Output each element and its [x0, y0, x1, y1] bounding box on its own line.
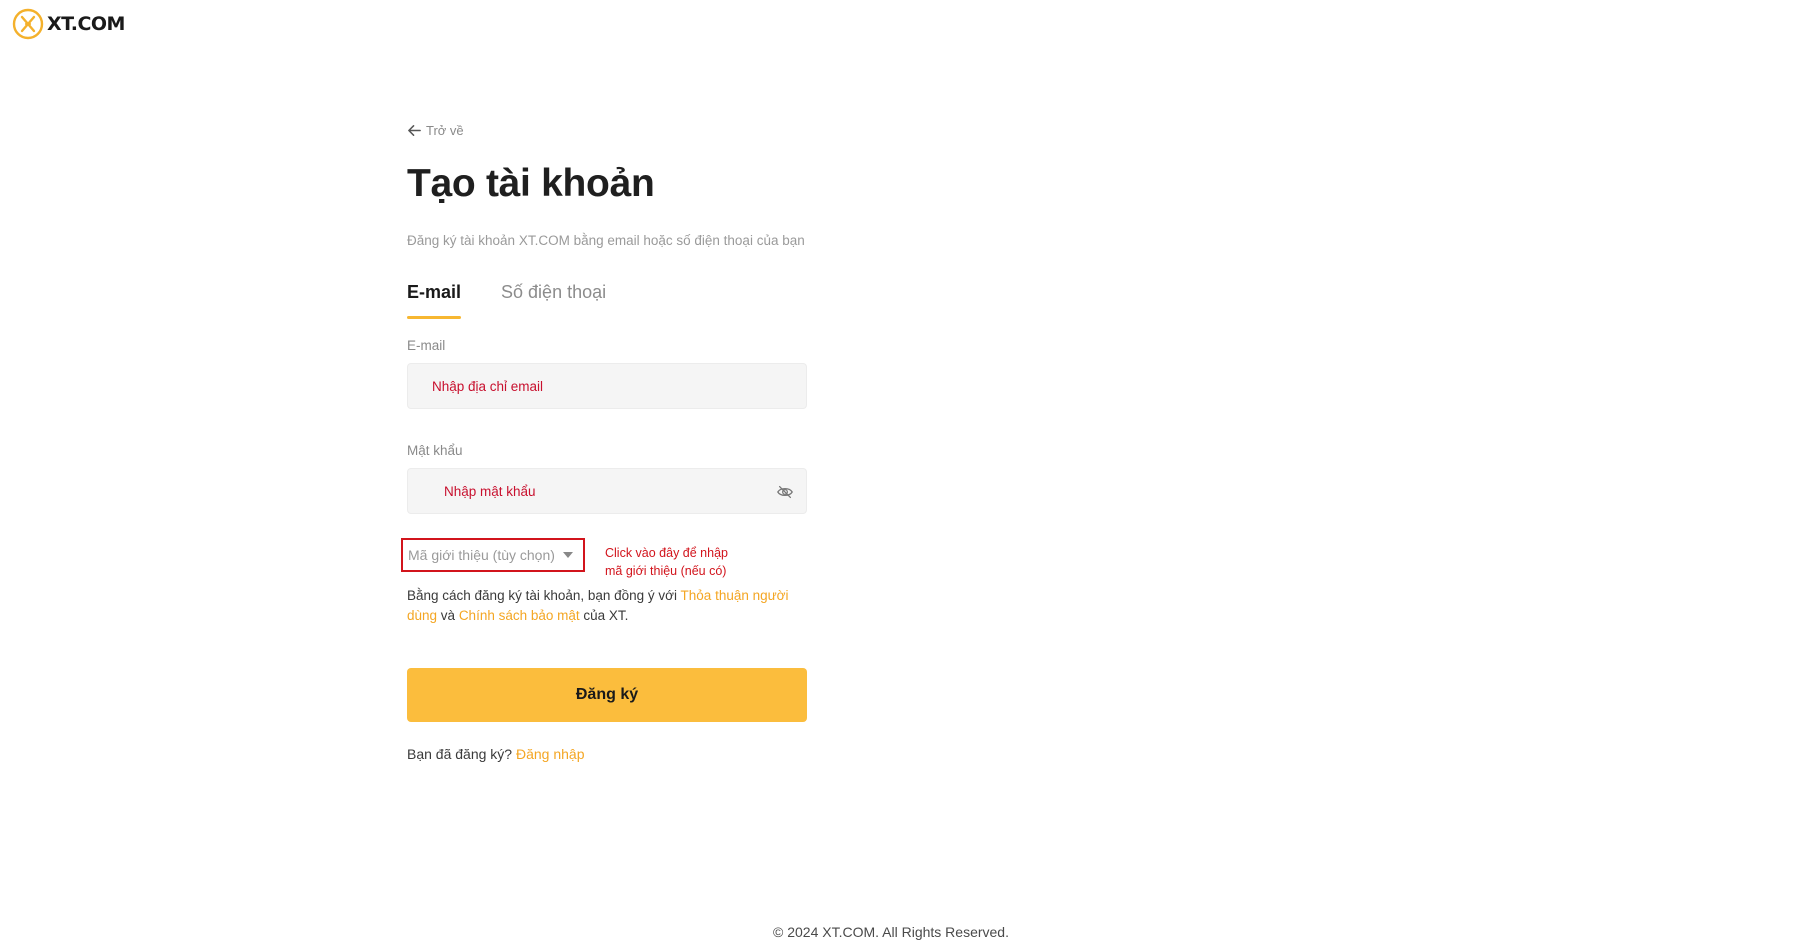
copyright-footer: © 2024 XT.COM. All Rights Reserved. [773, 924, 1009, 940]
password-field-wrapper [407, 468, 807, 514]
eye-hidden-icon[interactable] [776, 483, 794, 501]
password-input[interactable] [408, 469, 806, 513]
password-label: Mật khẩu [407, 443, 463, 458]
email-field-wrapper [407, 363, 807, 409]
signup-method-tabs: E-mail Số điện thoại [407, 280, 817, 319]
login-prompt: Bạn đã đăng ký? Đăng nhập [407, 746, 817, 762]
xt-logo-icon [12, 8, 44, 40]
caret-down-icon [562, 552, 573, 558]
annotation-line-1: Click vào đây để nhập [605, 546, 728, 560]
agreement-prefix: Bằng cách đăng ký tài khoản, bạn đồng ý … [407, 588, 681, 603]
back-label: Trở về [426, 122, 464, 138]
login-prompt-text: Bạn đã đăng ký? [407, 746, 516, 762]
referral-code-toggle[interactable]: Mã giới thiệu (tùy chọn) [401, 538, 585, 572]
tab-email[interactable]: E-mail [407, 280, 462, 319]
referral-annotation: Click vào đây để nhập mã giới thiệu (nếu… [605, 544, 765, 580]
annotation-line-2: mã giới thiệu (nếu có) [605, 564, 727, 578]
page-title: Tạo tài khoản [407, 162, 655, 205]
signup-page: XT.COM Trở về Tạo tài khoản Đăng ký tài … [0, 0, 1802, 944]
register-button[interactable]: Đăng ký [407, 668, 807, 722]
xt-logo-text: XT.COM [47, 13, 125, 35]
email-label: E-mail [407, 338, 446, 353]
login-link[interactable]: Đăng nhập [516, 746, 585, 762]
email-input[interactable] [408, 364, 806, 408]
referral-label: Mã giới thiệu (tùy chọn) [408, 547, 555, 563]
agreement-middle: và [437, 608, 459, 623]
privacy-link[interactable]: Chính sách bảo mật [459, 608, 580, 623]
back-link[interactable]: Trở về [407, 120, 817, 140]
agreement-suffix: của XT. [579, 608, 629, 623]
tab-phone[interactable]: Số điện thoại [501, 280, 606, 314]
arrow-left-icon [408, 124, 421, 136]
signup-form-container: Trở về Tạo tài khoản Đăng ký tài khoản X… [401, 120, 817, 762]
xt-logo[interactable]: XT.COM [12, 8, 125, 40]
page-subtitle: Đăng ký tài khoản XT.COM bằng email hoặc… [407, 233, 805, 248]
referral-row: Mã giới thiệu (tùy chọn) Click vào đây đ… [401, 538, 817, 582]
agreement-text: Bằng cách đăng ký tài khoản, bạn đồng ý … [407, 586, 807, 626]
